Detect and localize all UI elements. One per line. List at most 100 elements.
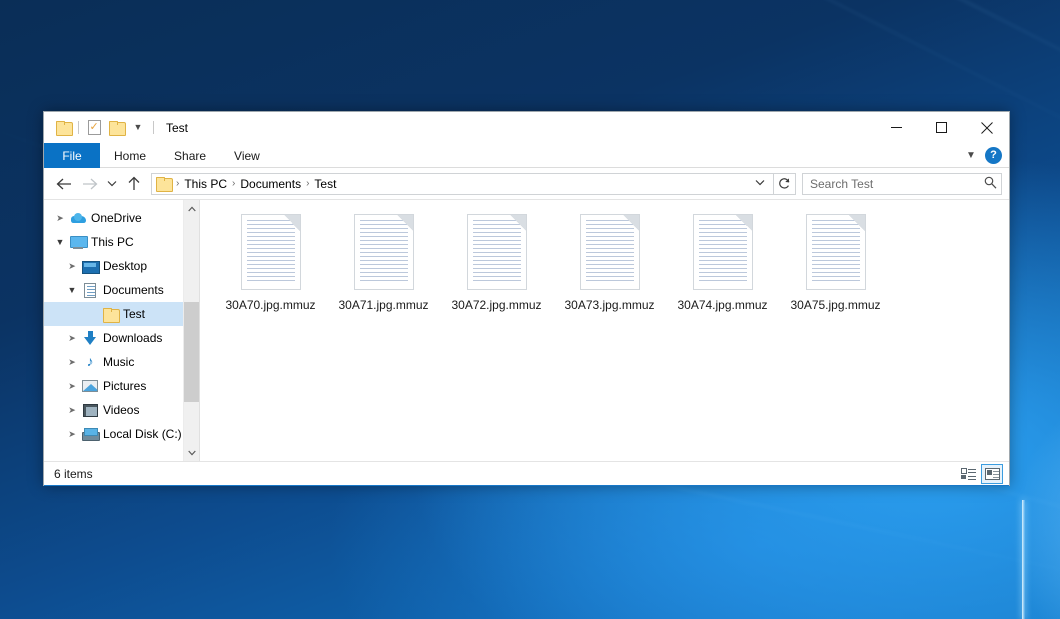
file-list-pane[interactable]: 30A70.jpg.mmuz 30A71.jpg.mmuz 30A72.jpg.… <box>200 200 1009 461</box>
tab-file[interactable]: File <box>44 143 100 168</box>
sidebar-item-pictures[interactable]: ➤ Pictures <box>44 374 199 398</box>
help-icon[interactable]: ? <box>985 147 1002 164</box>
scroll-down-icon[interactable] <box>184 444 200 461</box>
folder-icon <box>100 308 120 321</box>
navigation-pane-scrollbar[interactable] <box>183 200 199 461</box>
breadcrumb-item-this-pc[interactable]: This PC <box>180 177 231 191</box>
forward-button[interactable] <box>77 171 103 197</box>
file-item[interactable]: 30A74.jpg.mmuz <box>666 210 779 318</box>
file-item[interactable]: 30A70.jpg.mmuz <box>214 210 327 318</box>
toolbar-divider <box>78 121 79 134</box>
file-item[interactable]: 30A72.jpg.mmuz <box>440 210 553 318</box>
chevron-right-icon[interactable]: ➤ <box>64 262 80 271</box>
chevron-right-icon[interactable]: ➤ <box>64 334 80 343</box>
generic-document-icon <box>354 214 414 290</box>
toolbar-divider <box>153 121 154 134</box>
sidebar-item-label: Pictures <box>100 379 146 393</box>
sidebar-item-label: Test <box>120 307 145 321</box>
scrollbar-thumb[interactable] <box>184 302 200 402</box>
address-dropdown-icon[interactable] <box>749 178 771 189</box>
details-view-button[interactable] <box>957 464 979 484</box>
title-bar: ✓ ▼ Test <box>44 112 1009 143</box>
window-bottom-accent <box>44 485 1009 486</box>
view-mode-buttons <box>957 464 1003 484</box>
sidebar-item-label: Local Disk (C:) <box>100 427 182 441</box>
generic-document-icon <box>467 214 527 290</box>
properties-icon[interactable]: ✓ <box>83 117 105 139</box>
window-controls <box>874 112 1009 143</box>
customize-caret-icon[interactable]: ▼ <box>127 117 149 139</box>
tab-home[interactable]: Home <box>100 143 160 168</box>
file-item[interactable]: 30A71.jpg.mmuz <box>327 210 440 318</box>
file-explorer-window: ✓ ▼ Test File Home Share <box>43 111 1010 486</box>
tab-share[interactable]: Share <box>160 143 220 168</box>
pc-icon <box>68 236 88 249</box>
generic-document-icon <box>806 214 866 290</box>
chevron-right-icon[interactable]: ➤ <box>64 430 80 439</box>
file-name: 30A71.jpg.mmuz <box>338 298 428 312</box>
refresh-icon[interactable] <box>774 173 796 195</box>
file-name: 30A72.jpg.mmuz <box>451 298 541 312</box>
chevron-down-icon[interactable]: ▼ <box>64 286 80 295</box>
sidebar-item-this-pc[interactable]: ▼ This PC <box>44 230 199 254</box>
sidebar-item-label: Music <box>100 355 134 369</box>
sidebar-item-label: Desktop <box>100 259 147 273</box>
sidebar-item-label: This PC <box>88 235 134 249</box>
search-icon[interactable] <box>984 176 997 192</box>
chevron-right-icon[interactable]: ➤ <box>52 214 68 223</box>
scrollbar-track[interactable] <box>184 217 200 444</box>
disk-icon <box>80 428 100 441</box>
chevron-down-icon[interactable]: ▼ <box>961 150 981 161</box>
tab-view[interactable]: View <box>220 143 274 168</box>
generic-document-icon <box>241 214 301 290</box>
chevron-right-icon[interactable]: ➤ <box>64 358 80 367</box>
sidebar-item-documents[interactable]: ▼ Documents <box>44 278 199 302</box>
sidebar-item-music[interactable]: ➤ ♪ Music <box>44 350 199 374</box>
generic-document-icon <box>693 214 753 290</box>
scroll-up-icon[interactable] <box>184 200 200 217</box>
recent-locations-icon[interactable] <box>103 171 121 197</box>
chevron-down-icon[interactable]: ▼ <box>52 238 68 247</box>
folder-icon[interactable] <box>52 117 74 139</box>
sidebar-item-test[interactable]: Test <box>44 302 199 326</box>
file-item[interactable]: 30A73.jpg.mmuz <box>553 210 666 318</box>
download-icon <box>80 331 100 345</box>
file-name: 30A74.jpg.mmuz <box>677 298 767 312</box>
back-button[interactable] <box>51 171 77 197</box>
sidebar-item-videos[interactable]: ➤ Videos <box>44 398 199 422</box>
search-placeholder: Search Test <box>810 177 984 191</box>
quick-access-toolbar: ✓ ▼ <box>52 112 158 143</box>
explorer-body: ➤ OneDrive ▼ This PC ➤ Desktop ▼ <box>44 199 1009 461</box>
sidebar-item-onedrive[interactable]: ➤ OneDrive <box>44 206 199 230</box>
pictures-icon <box>80 380 100 392</box>
chevron-right-icon[interactable]: ➤ <box>64 406 80 415</box>
close-button[interactable] <box>964 112 1009 143</box>
large-icons-view-button[interactable] <box>981 464 1003 484</box>
folder-tree: ➤ OneDrive ▼ This PC ➤ Desktop ▼ <box>44 200 199 446</box>
ribbon-right-controls: ▼ ? <box>961 143 1009 167</box>
sidebar-item-local-disk-c[interactable]: ➤ Local Disk (C:) <box>44 422 199 446</box>
navigation-pane: ➤ OneDrive ▼ This PC ➤ Desktop ▼ <box>44 200 200 461</box>
chevron-right-icon[interactable]: ➤ <box>64 382 80 391</box>
ribbon-tab-bar: File Home Share View ▼ ? <box>44 143 1009 168</box>
file-item[interactable]: 30A75.jpg.mmuz <box>779 210 892 318</box>
minimize-button[interactable] <box>874 112 919 143</box>
sidebar-item-desktop[interactable]: ➤ Desktop <box>44 254 199 278</box>
file-name: 30A70.jpg.mmuz <box>225 298 315 312</box>
sidebar-item-label: Documents <box>100 283 164 297</box>
generic-document-icon <box>580 214 640 290</box>
up-button[interactable] <box>121 171 147 197</box>
sidebar-item-label: Downloads <box>100 331 162 345</box>
search-input[interactable]: Search Test <box>802 173 1002 195</box>
breadcrumb[interactable]: › This PC › Documents › Test <box>151 173 774 195</box>
sidebar-item-label: Videos <box>100 403 139 417</box>
item-count-label: 6 items <box>54 467 93 481</box>
videos-icon <box>80 404 100 417</box>
breadcrumb-item-test[interactable]: Test <box>310 177 340 191</box>
maximize-button[interactable] <box>919 112 964 143</box>
music-icon: ♪ <box>80 355 100 369</box>
new-folder-icon[interactable] <box>105 117 127 139</box>
breadcrumb-item-documents[interactable]: Documents <box>236 177 305 191</box>
sidebar-item-downloads[interactable]: ➤ Downloads <box>44 326 199 350</box>
breadcrumb-folder-icon <box>156 177 171 190</box>
